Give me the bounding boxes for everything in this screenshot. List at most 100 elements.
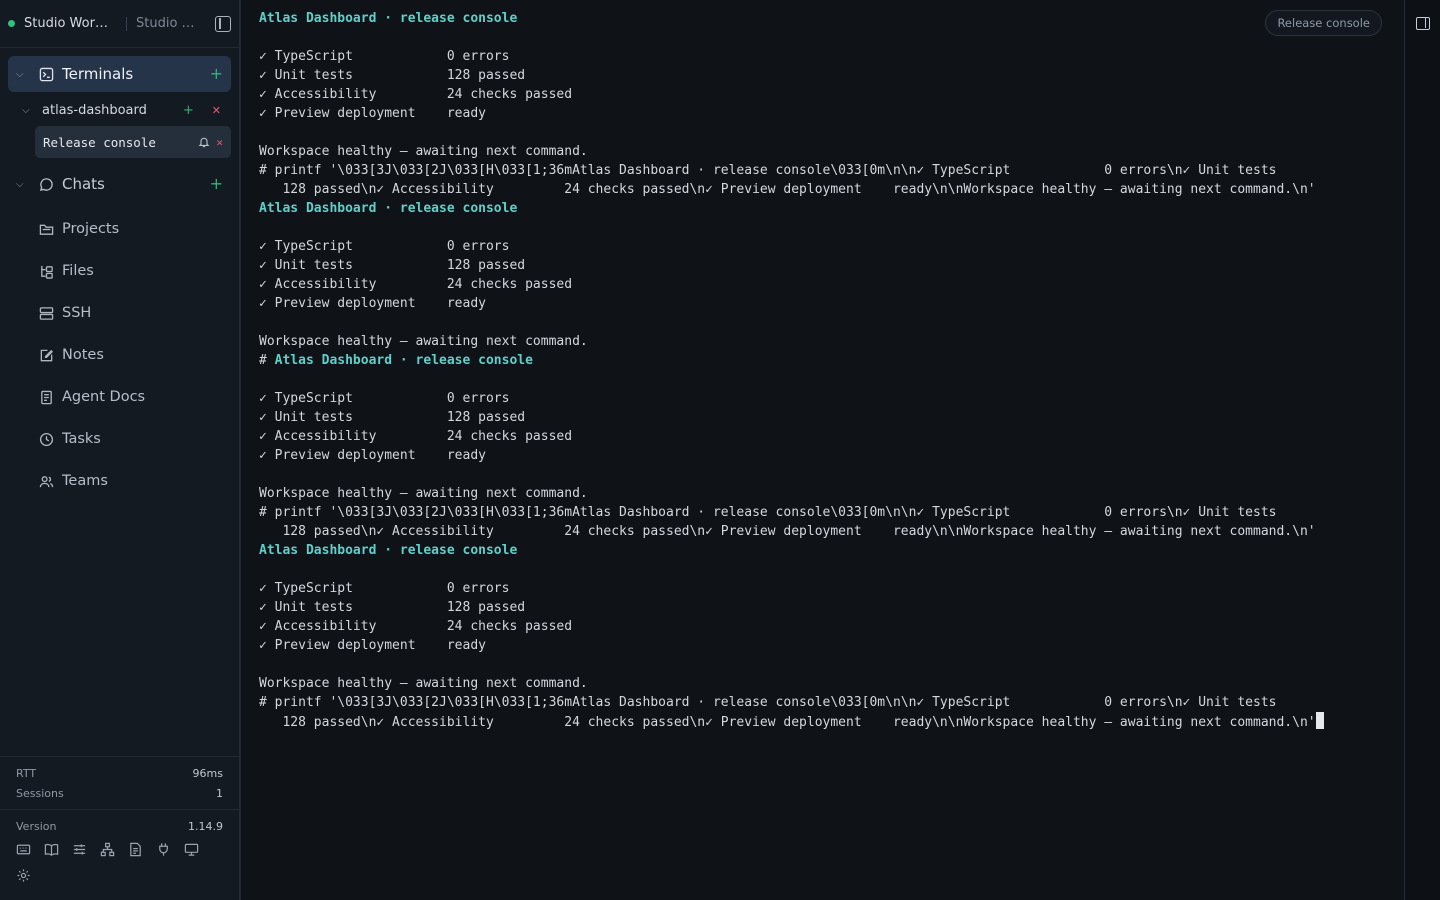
terminal-pane[interactable]: Release console Atlas Dashboard · releas… bbox=[240, 0, 1404, 900]
sidebar-item-label: Teams bbox=[62, 473, 108, 489]
right-panel-toggle-icon[interactable] bbox=[1416, 17, 1430, 30]
sidebar-item-ssh[interactable]: SSH bbox=[8, 292, 231, 334]
terminal-line: ✓ TypeScript 0 errors bbox=[259, 237, 1324, 256]
workspace-name[interactable]: Studio Work... bbox=[24, 16, 114, 31]
file-text-icon[interactable] bbox=[128, 842, 144, 858]
version-label: Version bbox=[16, 819, 57, 833]
gear-icon[interactable] bbox=[16, 869, 31, 886]
chevron-down-icon[interactable]: ⌵ bbox=[16, 179, 28, 190]
plug-icon[interactable] bbox=[156, 842, 172, 858]
terminal-session-item[interactable]: Release console ✕ bbox=[35, 126, 231, 158]
terminal-line-text: Workspace healthy — awaiting next comman… bbox=[259, 486, 588, 501]
document-icon bbox=[38, 389, 54, 405]
terminal-line: ✓ Accessibility 24 checks passed bbox=[259, 275, 1324, 294]
terminal-line: ✓ Accessibility 24 checks passed bbox=[259, 427, 1324, 446]
terminal-line: Workspace healthy — awaiting next comman… bbox=[259, 484, 1324, 503]
terminal-line: # Atlas Dashboard · release console bbox=[259, 351, 1324, 370]
sidebar-item-tasks[interactable]: Tasks bbox=[8, 418, 231, 460]
terminal-icon bbox=[38, 66, 54, 82]
settings-button[interactable] bbox=[0, 858, 239, 896]
sidebar-item-agent-docs[interactable]: Agent Docs bbox=[8, 376, 231, 418]
terminal-line: ✓ TypeScript 0 errors bbox=[259, 579, 1324, 598]
terminal-line-text: ✓ TypeScript 0 errors bbox=[259, 581, 510, 596]
terminal-line-text: Workspace healthy — awaiting next comman… bbox=[259, 676, 588, 691]
sidebar-item-notes[interactable]: Notes bbox=[8, 334, 231, 376]
close-icon[interactable]: ✕ bbox=[216, 136, 223, 149]
terminal-line: ✓ Preview deployment ready bbox=[259, 294, 1324, 313]
terminal-line: Workspace healthy — awaiting next comman… bbox=[259, 142, 1324, 161]
terminal-line: ✓ Unit tests 128 passed bbox=[259, 256, 1324, 275]
file-tree-icon bbox=[38, 263, 54, 279]
book-open-icon[interactable] bbox=[44, 842, 60, 858]
bell-icon[interactable] bbox=[198, 136, 210, 148]
terminal-line-text: # printf '\033[3J\033[2J\033[H\033[1;36m… bbox=[259, 695, 1277, 710]
status-panel: RTT 96ms Sessions 1 Version 1.14.9 bbox=[0, 756, 239, 900]
terminal-line: # printf '\033[3J\033[2J\033[H\033[1;36m… bbox=[259, 161, 1324, 180]
terminal-prompt: # bbox=[259, 353, 275, 368]
terminal-line-text: Atlas Dashboard · release console bbox=[259, 11, 518, 26]
terminal-line-text: ✓ Accessibility 24 checks passed bbox=[259, 429, 573, 444]
terminal-line-text: ✓ Accessibility 24 checks passed bbox=[259, 277, 573, 292]
sidebar-item-projects[interactable]: Projects bbox=[8, 208, 231, 250]
terminal-line: ✓ TypeScript 0 errors bbox=[259, 47, 1324, 66]
terminal-cursor bbox=[1315, 712, 1324, 729]
sessions-value: 1 bbox=[216, 786, 223, 800]
clock-icon bbox=[38, 431, 54, 447]
terminal-line-text: ✓ TypeScript 0 errors bbox=[259, 391, 510, 406]
sidebar-item-label: Agent Docs bbox=[62, 389, 146, 405]
version-row: Version 1.14.9 bbox=[0, 816, 239, 836]
terminal-line-text: ✓ Preview deployment ready bbox=[259, 296, 486, 311]
terminal-line-text: ✓ Accessibility 24 checks passed bbox=[259, 619, 573, 634]
sidebar-section-label: Terminals bbox=[62, 65, 134, 83]
terminal-line-text: # printf '\033[3J\033[2J\033[H\033[1;36m… bbox=[259, 163, 1277, 178]
terminal-output[interactable]: Atlas Dashboard · release console ✓ TypeS… bbox=[259, 9, 1324, 731]
divider bbox=[126, 16, 127, 31]
add-terminal-icon[interactable]: + bbox=[210, 66, 223, 82]
terminal-line-text: ✓ TypeScript 0 errors bbox=[259, 239, 510, 254]
sidebar-item-label: SSH bbox=[62, 305, 92, 321]
sidebar-item-label: Files bbox=[62, 263, 94, 279]
keyboard-icon[interactable] bbox=[16, 842, 32, 858]
terminal-line-text: 128 passed\n✓ Accessibility 24 checks pa… bbox=[259, 182, 1316, 197]
divider bbox=[0, 809, 239, 810]
terminal-line: Workspace healthy — awaiting next comman… bbox=[259, 332, 1324, 351]
rtt-label: RTT bbox=[16, 766, 37, 780]
terminal-line-text: 128 passed\n✓ Accessibility 24 checks pa… bbox=[259, 715, 1316, 730]
sidebar-item-label: Tasks bbox=[62, 431, 101, 447]
add-session-icon[interactable]: + bbox=[183, 104, 194, 117]
rtt-row: RTT 96ms bbox=[0, 763, 239, 783]
terminal-session-label: Release console bbox=[43, 134, 156, 150]
add-chat-icon[interactable]: + bbox=[210, 176, 223, 192]
terminal-line: Workspace healthy — awaiting next comman… bbox=[259, 674, 1324, 693]
terminal-line: ✓ Unit tests 128 passed bbox=[259, 598, 1324, 617]
terminal-line: ✓ Accessibility 24 checks passed bbox=[259, 85, 1324, 104]
sidebar-item-teams[interactable]: Teams bbox=[8, 460, 231, 502]
workspace-secondary[interactable]: Studio S... bbox=[136, 16, 200, 31]
terminal-line-text: ✓ Accessibility 24 checks passed bbox=[259, 87, 573, 102]
terminal-line: ✓ Unit tests 128 passed bbox=[259, 66, 1324, 85]
terminal-line: ✓ Preview deployment ready bbox=[259, 446, 1324, 465]
right-rail bbox=[1404, 0, 1440, 900]
project-group[interactable]: ⌵ atlas-dashboard + ✕ bbox=[8, 96, 231, 124]
terminal-line: ✓ Preview deployment ready bbox=[259, 636, 1324, 655]
terminal-line-text: Atlas Dashboard · release console bbox=[274, 353, 533, 368]
network-icon[interactable] bbox=[100, 842, 116, 858]
chevron-down-icon[interactable]: ⌵ bbox=[22, 105, 34, 116]
sidebar-section-chats[interactable]: ⌵ Chats + bbox=[8, 166, 231, 202]
sliders-icon[interactable] bbox=[72, 842, 88, 858]
sessions-row: Sessions 1 bbox=[0, 783, 239, 803]
monitor-icon[interactable] bbox=[184, 842, 200, 858]
terminal-line-text: ✓ Unit tests 128 passed bbox=[259, 410, 526, 425]
sidebar-section-terminals[interactable]: ⌵ Terminals + bbox=[8, 56, 231, 92]
terminal-line-text: Atlas Dashboard · release console bbox=[259, 201, 518, 216]
chevron-down-icon[interactable]: ⌵ bbox=[16, 69, 28, 80]
rtt-value: 96ms bbox=[192, 766, 223, 780]
close-icon[interactable]: ✕ bbox=[212, 104, 221, 117]
sidebar-item-files[interactable]: Files bbox=[8, 250, 231, 292]
sidebar-toggle-icon[interactable] bbox=[215, 15, 231, 32]
